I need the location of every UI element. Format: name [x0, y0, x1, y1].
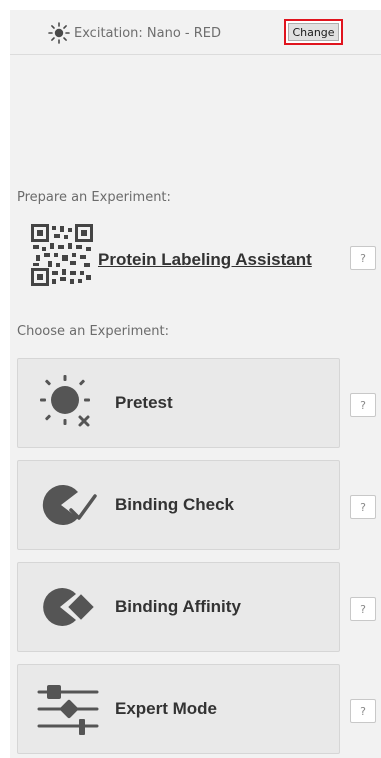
- protein-labeling-help-button[interactable]: ?: [350, 246, 376, 270]
- expert-mode-help-button[interactable]: ?: [350, 699, 376, 723]
- pretest-button[interactable]: Pretest: [17, 358, 340, 448]
- binding-affinity-icon: [43, 588, 94, 626]
- pretest-help-button[interactable]: ?: [350, 393, 376, 417]
- excitation-sun-icon: [48, 22, 70, 44]
- binding-affinity-button[interactable]: Binding Affinity: [17, 562, 340, 652]
- binding-check-label: Binding Check: [115, 495, 235, 514]
- excitation-bar: Excitation: Nano - RED Change: [10, 10, 381, 55]
- binding-check-icon: [42, 485, 97, 525]
- protein-labeling-assistant-link[interactable]: Protein Labeling Assistant: [30, 222, 328, 288]
- change-excitation-highlight: Change: [284, 19, 343, 45]
- binding-check-help-button[interactable]: ?: [350, 495, 376, 519]
- prepare-section-label: Prepare an Experiment:: [17, 190, 171, 205]
- qr-code-icon: [30, 223, 94, 287]
- pretest-icon: [40, 375, 90, 427]
- expert-mode-label: Expert Mode: [115, 699, 218, 718]
- binding-check-button[interactable]: Binding Check: [17, 460, 340, 550]
- expert-mode-button[interactable]: Expert Mode: [17, 664, 340, 754]
- choose-section-label: Choose an Experiment:: [17, 324, 169, 339]
- binding-affinity-help-button[interactable]: ?: [350, 597, 376, 621]
- excitation-label: Excitation: Nano - RED: [74, 25, 222, 41]
- binding-affinity-label: Binding Affinity: [115, 597, 241, 616]
- protein-labeling-assistant-label: Protein Labeling Assistant: [98, 250, 312, 269]
- expert-mode-icon: [37, 685, 99, 735]
- excitation-indicator: Excitation: Nano - RED: [48, 22, 221, 44]
- change-button[interactable]: Change: [288, 23, 339, 41]
- experiment-panel: Excitation: Nano - RED Change Prepare an…: [10, 10, 381, 758]
- pretest-label: Pretest: [115, 393, 173, 412]
